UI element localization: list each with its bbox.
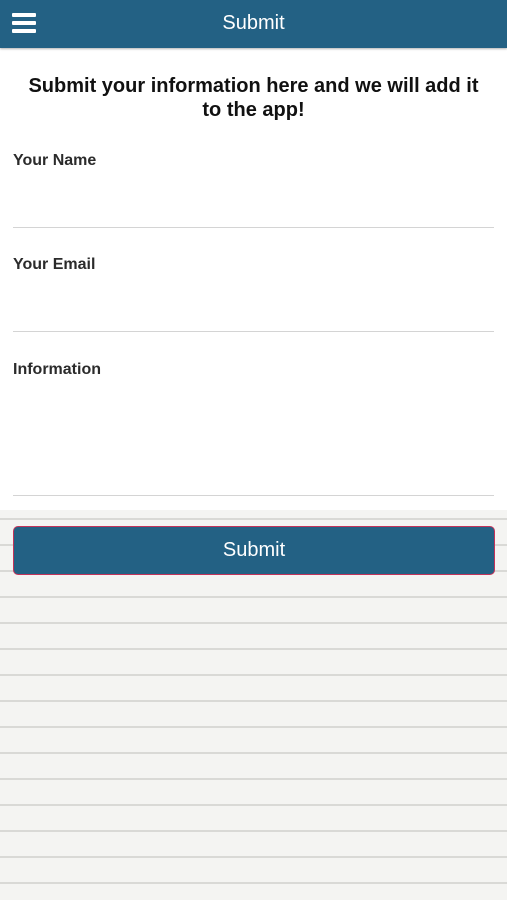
form-intro-text: Submit your information here and we will… bbox=[28, 75, 479, 121]
page-title: Submit bbox=[222, 12, 285, 34]
name-input[interactable] bbox=[13, 188, 494, 228]
information-field-label: Information bbox=[13, 361, 101, 378]
information-textarea[interactable] bbox=[13, 392, 494, 496]
submit-button[interactable]: Submit bbox=[13, 526, 495, 575]
email-input[interactable] bbox=[13, 292, 494, 332]
top-app-bar: Submit bbox=[0, 0, 507, 48]
name-field-label: Your Name bbox=[13, 152, 97, 169]
email-field-label: Your Email bbox=[13, 256, 96, 273]
submission-form: Submit your information here and we will… bbox=[0, 48, 507, 510]
